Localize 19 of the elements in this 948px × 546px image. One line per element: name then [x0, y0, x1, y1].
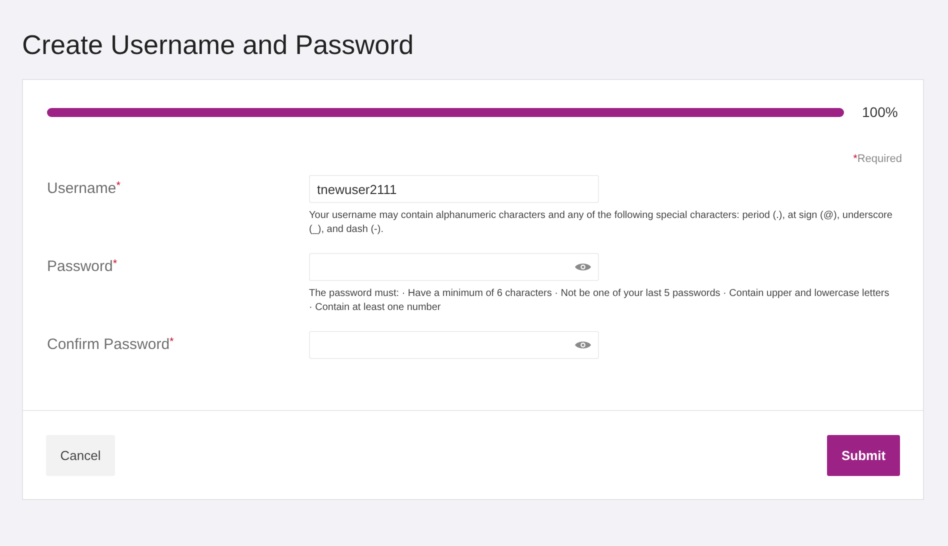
- help-text: The password must: · Have a minimum of 6 characters · Not be one of your last 5 passwords · Contain upper and lowercase letters · Contain at least one number: [309, 287, 890, 315]
- eye-icon[interactable]: [575, 262, 591, 272]
- input-field[interactable]: [309, 253, 599, 281]
- eye-icon[interactable]: [575, 340, 591, 350]
- required-mark: *: [853, 153, 858, 165]
- submit-button[interactable]: Submit: [827, 435, 900, 476]
- field-label: Username: [47, 180, 116, 197]
- required-mark: *: [116, 180, 120, 192]
- field-label: Password: [47, 258, 113, 275]
- page-title: Create Username and Password: [22, 30, 415, 61]
- input-field[interactable]: tnewuser2111: [309, 175, 599, 203]
- required-note: Required: [857, 153, 902, 165]
- input-field[interactable]: [309, 331, 599, 359]
- required-mark: *: [170, 336, 174, 348]
- field-label: Confirm Password: [47, 336, 170, 353]
- help-text: Your username may contain alphanumeric characters and any of the following special characters: period (.), at sign (@), underscore (_), and dash (-).: [309, 209, 894, 237]
- cancel-button[interactable]: Cancel: [46, 435, 115, 476]
- required-mark: *: [112, 258, 118, 270]
- progress-percent: 100%: [862, 104, 898, 120]
